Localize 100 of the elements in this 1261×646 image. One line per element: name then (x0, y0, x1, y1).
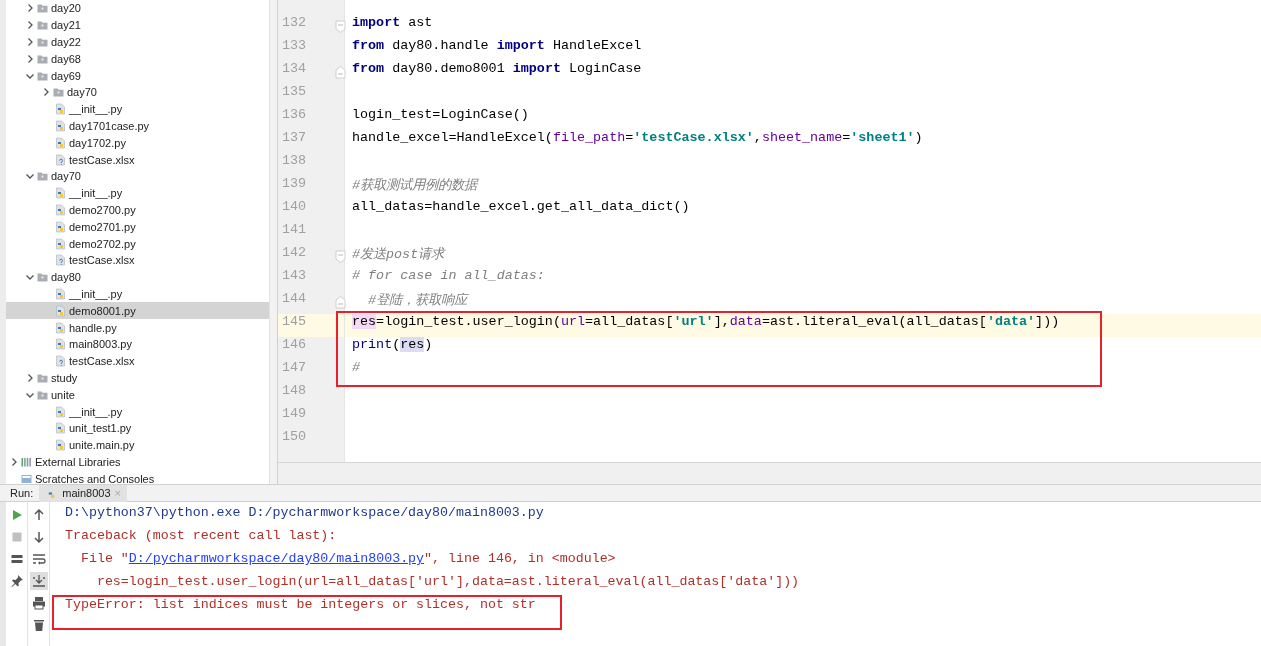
unknown-file-icon (54, 254, 67, 267)
python-file-icon (54, 220, 67, 233)
code-line: import ast (352, 15, 433, 30)
soft-wrap-icon[interactable] (31, 552, 46, 566)
tree-item[interactable]: day20 (6, 0, 269, 17)
folder-icon (36, 19, 49, 32)
code-line: #获取测试用例的数据 (352, 178, 478, 193)
file-link[interactable]: D:/pycharmworkspace/day80/main8003.py (128, 551, 425, 566)
tree-item[interactable]: __init__.py (6, 100, 269, 118)
tree-item[interactable]: handle.py (6, 319, 269, 336)
line-number: 146 (282, 337, 307, 352)
python-file-icon (54, 405, 67, 418)
python-file-icon (54, 136, 67, 149)
line-number: 144 (282, 291, 307, 306)
fold-marker-icon[interactable] (335, 66, 346, 79)
line-number: 140 (282, 199, 307, 214)
unknown-file-icon (54, 355, 67, 368)
python-file-icon (54, 237, 67, 250)
library-icon (20, 455, 33, 468)
code-line: # for case in all_datas: (352, 268, 545, 283)
console-line: D:\python37\python.exe D:/pycharmworkspace/day80/main8003.py (65, 505, 544, 520)
python-file-icon (54, 187, 67, 200)
scroll-to-end-icon[interactable] (31, 574, 46, 588)
code-line: all_datas=handle_excel.get_all_data_dict() (352, 199, 690, 214)
line-number: 143 (282, 268, 307, 283)
console-line: Traceback (most recent call last): (65, 528, 337, 543)
fold-marker-icon[interactable] (335, 250, 346, 263)
python-file-icon (54, 203, 67, 216)
tree-item[interactable]: day1701case.py (6, 117, 269, 135)
console-line: File "D:/pycharmworkspace/day80/main8003.py", line 146, in <module> (80, 551, 616, 566)
tree-item[interactable]: __init__.py (6, 403, 269, 420)
tree-item[interactable]: day80 (6, 268, 269, 286)
code-line: # (352, 360, 361, 375)
line-number: 136 (282, 107, 307, 122)
down-arrow-icon[interactable] (31, 530, 46, 544)
python-file-icon (54, 304, 67, 317)
run-label: Run: (9, 487, 35, 499)
line-number: 132 (282, 15, 307, 30)
tree-item[interactable]: Scratches and Consoles (6, 470, 269, 484)
line-number: 137 (282, 130, 307, 145)
folder-icon (36, 2, 49, 15)
tree-item[interactable]: day70 (6, 167, 269, 185)
line-number: 135 (282, 84, 307, 99)
line-number: 145 (282, 314, 307, 329)
fold-marker-icon[interactable] (335, 296, 346, 309)
folder-icon (36, 36, 49, 48)
python-file-icon (54, 119, 67, 132)
tree-item[interactable]: day1702.py (6, 134, 269, 152)
pin-icon[interactable] (9, 574, 24, 588)
line-number: 148 (282, 383, 307, 398)
tree-item[interactable]: demo2702.py (6, 235, 269, 252)
python-file-icon (54, 287, 67, 300)
tree-item[interactable]: demo8001.py (6, 302, 269, 320)
line-number: 141 (282, 222, 307, 237)
tree-item[interactable]: main8003.py (6, 335, 269, 353)
line-number: 139 (282, 176, 307, 191)
tree-item[interactable]: study (6, 369, 269, 387)
tree-item[interactable]: day68 (6, 50, 269, 68)
tree-item[interactable]: testCase.xlsx (6, 151, 269, 168)
console-line: res=login_test.user_login(url=all_datas['url'],data=ast.literal_eval(all_datas['data'])) (96, 574, 800, 589)
tree-item[interactable]: day70 (6, 84, 269, 101)
tree-item[interactable]: day21 (6, 16, 269, 34)
tree-item[interactable]: External Libraries (6, 453, 269, 471)
tree-item[interactable]: unite (6, 386, 269, 404)
tree-item[interactable]: unite.main.py (6, 436, 269, 454)
line-number: 133 (282, 38, 307, 53)
scrollbar[interactable] (269, 0, 277, 484)
tree-item[interactable]: unit_test1.py (6, 419, 269, 437)
code-line: res=login_test.user_login(url=all_datas['url'],data=ast.literal_eval(all_datas['data'])) (352, 314, 1060, 329)
trash-icon[interactable] (31, 618, 46, 632)
code-line: from day80.handle import HandleExcel (352, 38, 642, 53)
layout-icon[interactable] (9, 552, 24, 566)
console-line: TypeError: list indices must be integers or slices, not str (65, 597, 536, 612)
line-number: 149 (282, 406, 307, 421)
code-line: print(res) (352, 337, 433, 352)
tree-item[interactable]: testCase.xlsx (6, 251, 269, 269)
print-icon[interactable] (31, 596, 46, 610)
folder-icon (36, 170, 49, 183)
code-line: #发送post请求 (352, 247, 445, 262)
tree-item[interactable]: demo2701.py (6, 218, 269, 236)
line-number: 134 (282, 61, 307, 76)
folder-icon (52, 86, 65, 99)
folder-icon (36, 271, 49, 284)
code-line: from day80.demo8001 import LoginCase (352, 61, 642, 76)
python-file-icon (54, 422, 67, 435)
tree-item[interactable]: demo2700.py (6, 201, 269, 219)
tree-item[interactable]: __init__.py (6, 184, 269, 202)
line-number: 147 (282, 360, 307, 375)
line-number: 138 (282, 153, 307, 168)
python-file-icon (54, 103, 67, 116)
tree-item[interactable]: __init__.py (6, 285, 269, 303)
code-line: #登陆，获取响应 (367, 293, 468, 308)
run-tab[interactable]: main8003 × (39, 484, 127, 502)
python-file-icon (54, 439, 67, 452)
fold-marker-icon[interactable] (335, 20, 346, 33)
tree-item[interactable]: day22 (6, 33, 269, 51)
tree-item[interactable]: testCase.xlsx (6, 352, 269, 370)
python-file-icon (54, 321, 67, 334)
python-file-icon (54, 338, 67, 351)
tree-item[interactable]: day69 (6, 67, 269, 84)
